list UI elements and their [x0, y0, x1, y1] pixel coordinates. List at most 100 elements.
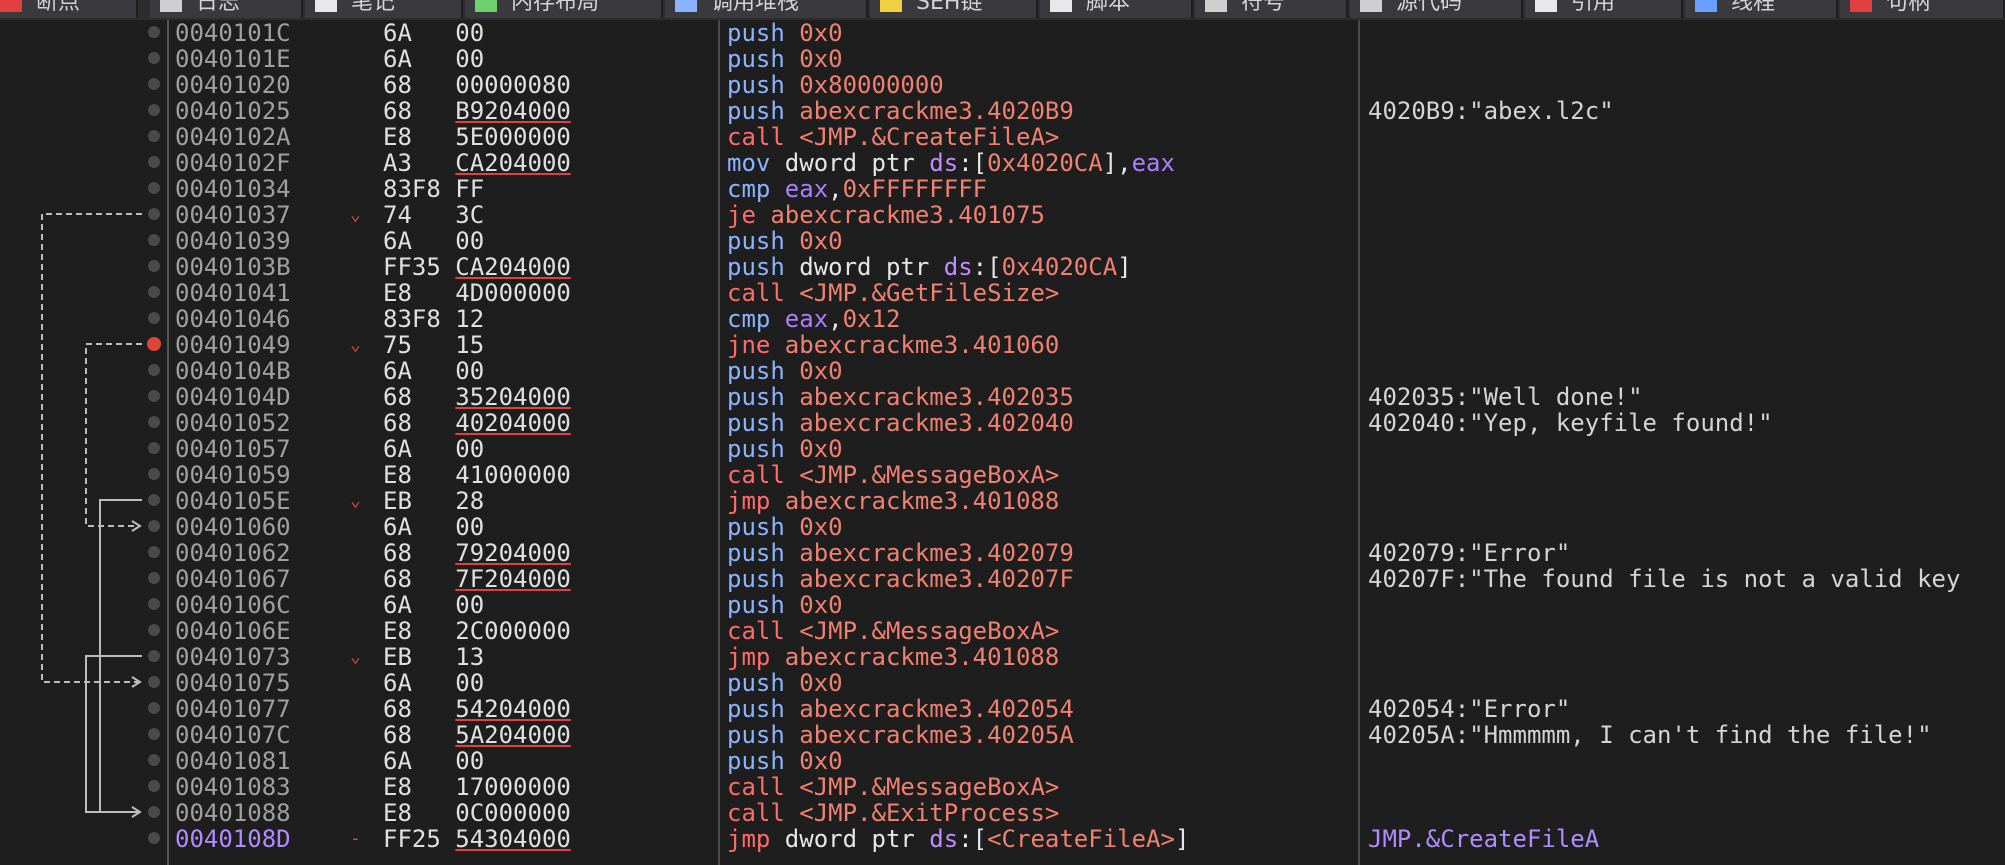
tab-8[interactable]: 源代码 — [1350, 0, 1523, 18]
breakpoint-dot-icon[interactable] — [147, 337, 161, 351]
breakpoint-slot[interactable] — [148, 832, 160, 844]
breakpoint-slot[interactable] — [148, 182, 160, 194]
disasm-row[interactable]: 00401041 E8 4D000000 call <JMP.&GetFileSiz… — [169, 280, 2005, 306]
disasm-row[interactable]: 00401083 E8 17000000 call <JMP.&MessageBox… — [169, 774, 2005, 800]
breakpoint-slot[interactable] — [148, 546, 160, 558]
tab-5[interactable]: SEH链 — [870, 0, 1038, 18]
opcode-bytes: 68 35204000 — [383, 383, 571, 411]
disasm-row[interactable]: 00401060 6A 00 push 0x0 — [169, 514, 2005, 540]
breakpoint-slot[interactable] — [148, 728, 160, 740]
address: 0040102F — [175, 149, 291, 177]
disasm-row[interactable]: 00401075 6A 00 push 0x0 — [169, 670, 2005, 696]
disasm-row[interactable]: 00401046 83F8 12 cmp eax,0x12 — [169, 306, 2005, 332]
disasm-row[interactable]: 00401073 ⌄ EB 13 jmp abexcrackme3.401088 — [169, 644, 2005, 670]
tab-10[interactable]: 线程 — [1685, 0, 1838, 18]
disasm-row[interactable]: 0040101E 6A 00 push 0x0 — [169, 46, 2005, 72]
breakpoint-slot[interactable] — [148, 286, 160, 298]
breakpoint-slot[interactable] — [148, 26, 160, 38]
breakpoint-slot[interactable] — [148, 494, 160, 506]
disasm-row[interactable]: 00401057 6A 00 push 0x0 — [169, 436, 2005, 462]
disasm-row[interactable]: 0040102A E8 5E000000 call <JMP.&CreateFile… — [169, 124, 2005, 150]
address: 00401077 — [175, 695, 291, 723]
disasm-row[interactable]: 00401049 ⌄ 75 15 jne abexcrackme3.401060 — [169, 332, 2005, 358]
tab-0[interactable]: 断点 — [0, 0, 138, 18]
disasm-row[interactable]: 0040108D - FF25 54304000 jmp dword ptr ds:[… — [169, 826, 2005, 852]
breakpoint-slot[interactable] — [148, 364, 160, 376]
breakpoint-slot[interactable] — [148, 468, 160, 480]
disasm-row[interactable]: 00401067 68 7F204000 push abexcrackme3.402… — [169, 566, 2005, 592]
instruction: push 0x0 — [727, 19, 843, 47]
tab-label: 符号 — [1241, 0, 1286, 15]
address: 00401062 — [175, 539, 291, 567]
disasm-row[interactable]: 00401025 68 B9204000 push abexcrackme3.402… — [169, 98, 2005, 124]
disassembly-listing[interactable]: 0040101C 6A 00 push 0x0 0040101E 6A 00 push 0… — [169, 20, 2005, 865]
tab-4[interactable]: 调用堆栈 — [665, 0, 868, 18]
comment: 402079:"Error" — [1368, 539, 1571, 567]
opcode-bytes: 6A 00 — [383, 227, 485, 255]
tab-11[interactable]: 句柄 — [1840, 0, 2005, 18]
breakpoint-slot[interactable] — [148, 650, 160, 662]
breakpoint-slot[interactable] — [148, 52, 160, 64]
breakpoint-slot[interactable] — [148, 130, 160, 142]
disasm-row[interactable]: 00401077 68 54204000 push abexcrackme3.402… — [169, 696, 2005, 722]
tab-icon — [160, 0, 182, 12]
disasm-row[interactable]: 00401081 6A 00 push 0x0 — [169, 748, 2005, 774]
breakpoint-slot[interactable] — [148, 208, 160, 220]
tab-icon — [675, 0, 697, 12]
breakpoint-slot[interactable] — [148, 78, 160, 90]
disasm-row[interactable]: 00401088 E8 0C000000 call <JMP.&ExitProces… — [169, 800, 2005, 826]
breakpoint-slot[interactable] — [148, 416, 160, 428]
instruction: push abexcrackme3.4020B9 — [727, 97, 1074, 125]
opcode-bytes: 68 5A204000 — [383, 721, 571, 749]
disasm-row[interactable]: 0040107C 68 5A204000 push abexcrackme3.402… — [169, 722, 2005, 748]
breakpoint-slot[interactable] — [148, 780, 160, 792]
breakpoint-slot[interactable] — [148, 442, 160, 454]
opcode-bytes: 6A 00 — [383, 513, 485, 541]
breakpoint-slot[interactable] — [148, 260, 160, 272]
opcode-bytes: 83F8 12 — [383, 305, 485, 333]
disasm-row[interactable]: 00401037 ⌄ 74 3C je abexcrackme3.401075 — [169, 202, 2005, 228]
comment: 40207F:"The found file is not a valid ke… — [1368, 565, 1961, 593]
address: 00401088 — [175, 799, 291, 827]
disasm-row[interactable]: 00401052 68 40204000 push abexcrackme3.402… — [169, 410, 2005, 436]
disasm-row[interactable]: 0040102F A3 CA204000 mov dword ptr ds:[0x4… — [169, 150, 2005, 176]
disasm-row[interactable]: 0040104B 6A 00 push 0x0 — [169, 358, 2005, 384]
disasm-row[interactable]: 0040101C 6A 00 push 0x0 — [169, 20, 2005, 46]
breakpoint-slot[interactable] — [148, 598, 160, 610]
breakpoint-slot[interactable] — [148, 754, 160, 766]
opcode-bytes: FF35 CA204000 — [383, 253, 571, 281]
disasm-row[interactable]: 00401059 E8 41000000 call <JMP.&MessageBox… — [169, 462, 2005, 488]
opcode-bytes: 6A 00 — [383, 19, 485, 47]
breakpoint-slot[interactable] — [148, 156, 160, 168]
disasm-row[interactable]: 0040104D 68 35204000 push abexcrackme3.402… — [169, 384, 2005, 410]
tab-6[interactable]: 脚本 — [1040, 0, 1193, 18]
breakpoint-slot[interactable] — [148, 234, 160, 246]
tab-2[interactable]: 笔记 — [305, 0, 463, 18]
disasm-row[interactable]: 00401034 83F8 FF cmp eax,0xFFFFFFFF — [169, 176, 2005, 202]
breakpoint-slot[interactable] — [148, 676, 160, 688]
instruction: push abexcrackme3.402079 — [727, 539, 1074, 567]
breakpoint-slot[interactable] — [148, 520, 160, 532]
jump-arrow-jmp-2 — [85, 655, 142, 813]
breakpoint-slot[interactable] — [148, 702, 160, 714]
tab-1[interactable]: 日志 — [150, 0, 303, 18]
breakpoint-slot[interactable] — [148, 104, 160, 116]
jump-marker-icon: ⌄ — [350, 334, 361, 355]
disasm-row[interactable]: 0040106E E8 2C000000 call <JMP.&MessageBox… — [169, 618, 2005, 644]
tab-label: 断点 — [36, 0, 81, 15]
tab-9[interactable]: 引用 — [1525, 0, 1683, 18]
breakpoint-slot[interactable] — [148, 572, 160, 584]
disasm-row[interactable]: 0040106C 6A 00 push 0x0 — [169, 592, 2005, 618]
disasm-row[interactable]: 0040105E ⌄ EB 28 jmp abexcrackme3.401088 — [169, 488, 2005, 514]
instruction: mov dword ptr ds:[0x4020CA],eax — [727, 149, 1175, 177]
disasm-row[interactable]: 00401020 68 00000080 push 0x80000000 — [169, 72, 2005, 98]
breakpoint-slot[interactable] — [148, 624, 160, 636]
breakpoint-slot[interactable] — [148, 806, 160, 818]
tab-7[interactable]: 符号 — [1195, 0, 1348, 18]
disasm-row[interactable]: 0040103B FF35 CA204000 push dword ptr ds:[… — [169, 254, 2005, 280]
tab-3[interactable]: 内存布局 — [465, 0, 663, 18]
disasm-row[interactable]: 00401062 68 79204000 push abexcrackme3.402… — [169, 540, 2005, 566]
breakpoint-slot[interactable] — [148, 312, 160, 324]
disasm-row[interactable]: 00401039 6A 00 push 0x0 — [169, 228, 2005, 254]
breakpoint-slot[interactable] — [148, 390, 160, 402]
